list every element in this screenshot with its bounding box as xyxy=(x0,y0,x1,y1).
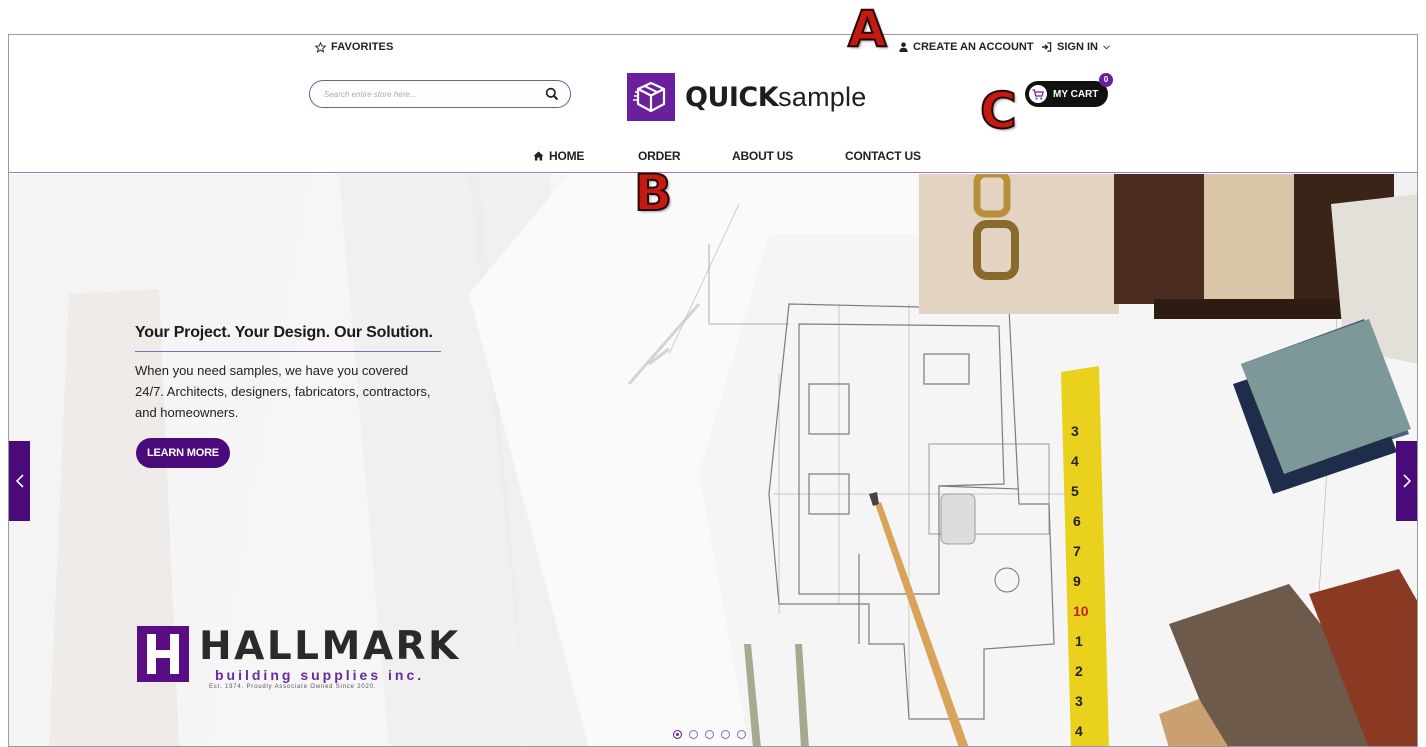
search-box xyxy=(309,80,571,108)
package-icon xyxy=(633,81,666,113)
create-account-label: CREATE AN ACCOUNT xyxy=(913,41,1034,53)
svg-text:2: 2 xyxy=(1075,663,1083,679)
nav-about-label: ABOUT US xyxy=(732,149,794,163)
callout-c: C xyxy=(979,82,1018,140)
user-icon xyxy=(899,42,908,52)
hero-title: Your Project. Your Design. Our Solution. xyxy=(135,324,433,341)
create-account-link[interactable]: CREATE AN ACCOUNT xyxy=(899,41,1034,53)
svg-text:9: 9 xyxy=(1073,573,1081,589)
nav-order[interactable]: ORDER xyxy=(638,149,681,163)
shopping-cart-icon xyxy=(1032,88,1044,99)
svg-text:4: 4 xyxy=(1075,723,1083,739)
slider-dots xyxy=(673,730,746,739)
hallmark-established: Est. 1974. Proudly Associate Owned Since… xyxy=(209,684,377,690)
slider-dot-3[interactable] xyxy=(705,730,714,739)
logo-bold-text: QUICK xyxy=(685,81,779,113)
svg-text:4: 4 xyxy=(1071,453,1079,469)
callout-b: B xyxy=(633,164,673,222)
svg-text:5: 5 xyxy=(1071,483,1079,499)
cart-label: MY CART xyxy=(1053,88,1099,100)
slider-dot-5[interactable] xyxy=(737,730,746,739)
nav-contact-label: CONTACT US xyxy=(845,149,921,163)
logo-wordmark: QUICKsample xyxy=(685,82,866,113)
nav-order-label: ORDER xyxy=(638,149,681,163)
slider-next-button[interactable] xyxy=(1396,441,1417,521)
svg-text:10: 10 xyxy=(1073,603,1089,619)
slider-dot-4[interactable] xyxy=(721,730,730,739)
hero-slider: 3 4 5 6 7 9 10 1 2 3 4 Your Project. Your Desig… xyxy=(9,174,1417,746)
sign-in-label: SIGN IN xyxy=(1057,41,1098,53)
slider-dot-2[interactable] xyxy=(689,730,698,739)
site-logo[interactable]: QUICKsample xyxy=(627,73,866,121)
svg-text:3: 3 xyxy=(1075,693,1083,709)
nav-home-label: HOME xyxy=(549,149,585,163)
hero-description: When you need samples, we have you cover… xyxy=(135,363,431,420)
favorites-label: FAVORITES xyxy=(331,41,394,53)
svg-text:6: 6 xyxy=(1073,513,1081,529)
favorites-link[interactable]: FAVORITES xyxy=(315,41,393,53)
hallmark-name: HALLMARK xyxy=(199,624,461,669)
hero-divider xyxy=(135,351,441,352)
logo-light-text: sample xyxy=(778,81,867,112)
sign-in-link[interactable]: SIGN IN xyxy=(1041,41,1110,53)
search-input[interactable] xyxy=(324,86,534,102)
slider-prev-button[interactable] xyxy=(9,441,30,521)
svg-text:3: 3 xyxy=(1071,423,1079,439)
search-button[interactable] xyxy=(545,87,561,103)
cart-count-badge: 0 xyxy=(1099,73,1113,87)
chevron-right-icon xyxy=(1402,474,1411,488)
hallmark-subtitle: building supplies inc. xyxy=(215,667,425,683)
slider-dot-1[interactable] xyxy=(673,730,682,739)
hallmark-h-icon xyxy=(137,626,189,682)
home-icon xyxy=(533,151,544,161)
star-icon xyxy=(315,41,326,53)
cart-icon-circle xyxy=(1029,85,1047,103)
logo-box-icon xyxy=(627,73,675,121)
browser-viewport: FAVORITES CREATE AN ACCOUNT SIGN IN Sear… xyxy=(8,34,1418,747)
chevron-down-icon xyxy=(1103,44,1110,49)
svg-text:7: 7 xyxy=(1073,543,1081,559)
nav-contact-us[interactable]: CONTACT US xyxy=(845,149,921,163)
chevron-left-icon xyxy=(15,474,24,488)
nav-about-us[interactable]: ABOUT US xyxy=(732,149,793,163)
main-nav: HOME ORDER ABOUT US CONTACT US xyxy=(9,143,1417,173)
learn-more-button[interactable]: LEARN MORE xyxy=(136,438,230,468)
my-cart-button[interactable]: MY CART xyxy=(1025,81,1109,107)
nav-home[interactable]: HOME xyxy=(533,149,584,163)
callout-a: A xyxy=(847,0,888,58)
sign-in-icon xyxy=(1041,42,1052,52)
svg-text:1: 1 xyxy=(1075,633,1083,649)
search-icon xyxy=(545,87,559,101)
top-bar: FAVORITES CREATE AN ACCOUNT SIGN IN xyxy=(9,35,1417,65)
